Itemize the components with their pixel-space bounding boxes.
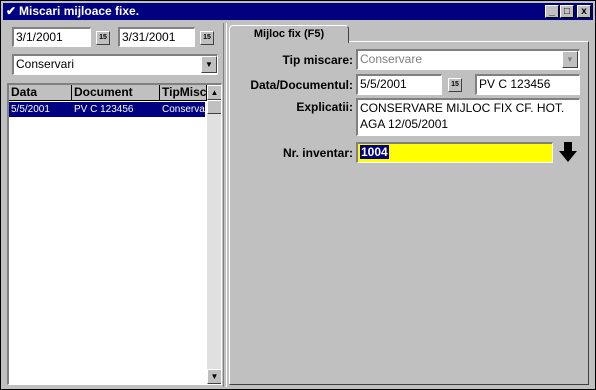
movements-table: Data Document TipMisc 5/5/2001 PV C 1234… xyxy=(7,83,222,385)
main-window: ✔ Miscari mijloace fixe. _ □ x 3/1/2001 … xyxy=(0,0,596,390)
checkmark-icon: ✔ xyxy=(6,4,17,18)
nr-inventar-input[interactable]: 1004 xyxy=(356,142,553,163)
row-document-cell: PV C 123456 xyxy=(74,104,134,115)
chevron-down-icon[interactable]: ▼ xyxy=(201,56,217,73)
arrow-down-icon[interactable] xyxy=(558,141,578,163)
row-data-cell: 5/5/2001 xyxy=(11,104,50,115)
explicatii-line-1: CONSERVARE MIJLOC FIX CF. HOT. xyxy=(360,101,565,115)
data-documentul-label: Data/Documentul: xyxy=(250,78,353,92)
chevron-down-icon: ▼ xyxy=(562,51,578,68)
row-tip-cell: Conservar xyxy=(162,104,205,115)
column-header-document[interactable]: Document xyxy=(72,85,160,101)
data-input[interactable]: 5/5/2001 xyxy=(356,74,442,95)
explicatii-label: Explicatii: xyxy=(296,100,353,114)
title-bar[interactable]: ✔ Miscari mijloace fixe. _ □ x xyxy=(3,3,593,20)
column-header-tipmisc[interactable]: TipMisc xyxy=(160,85,207,101)
date-to-calendar-icon[interactable]: 15 xyxy=(200,31,214,45)
tab-mijloc-fix[interactable]: Mijloc fix (F5) xyxy=(229,25,349,43)
table-row[interactable]: 5/5/2001 PV C 123456 Conservar xyxy=(9,102,205,117)
movement-type-value: Conservari xyxy=(16,57,75,71)
maximize-button[interactable]: □ xyxy=(560,5,574,18)
column-header-data[interactable]: Data xyxy=(9,85,72,101)
document-input[interactable]: PV C 123456 xyxy=(475,74,580,95)
vertical-scrollbar[interactable]: ▲ ▼ xyxy=(207,85,221,384)
nr-inventar-label: Nr. inventar: xyxy=(282,146,353,160)
tip-miscare-select[interactable]: Conservare xyxy=(356,49,580,70)
tip-miscare-value: Conservare xyxy=(360,52,423,66)
explicatii-textarea[interactable]: CONSERVARE MIJLOC FIX CF. HOT. AGA 12/05… xyxy=(356,98,580,136)
data-calendar-icon[interactable]: 15 xyxy=(448,78,462,92)
scroll-up-icon[interactable]: ▲ xyxy=(207,85,221,100)
date-from-input[interactable]: 3/1/2001 xyxy=(12,27,91,47)
scroll-down-icon[interactable]: ▼ xyxy=(207,369,221,384)
explicatii-line-2: AGA 12/05/2001 xyxy=(360,117,449,131)
window-title: Miscari mijloace fixe. xyxy=(19,4,140,18)
scroll-thumb[interactable] xyxy=(207,100,221,114)
date-from-calendar-icon[interactable]: 15 xyxy=(96,31,110,45)
movement-type-select[interactable]: Conservari xyxy=(12,54,218,75)
minimize-button[interactable]: _ xyxy=(545,5,559,18)
panel-splitter[interactable] xyxy=(223,23,227,387)
close-button[interactable]: x xyxy=(577,5,591,18)
nr-inventar-value: 1004 xyxy=(360,145,389,159)
tip-miscare-label: Tip miscare: xyxy=(282,53,353,67)
date-to-input[interactable]: 3/31/2001 xyxy=(118,27,195,47)
